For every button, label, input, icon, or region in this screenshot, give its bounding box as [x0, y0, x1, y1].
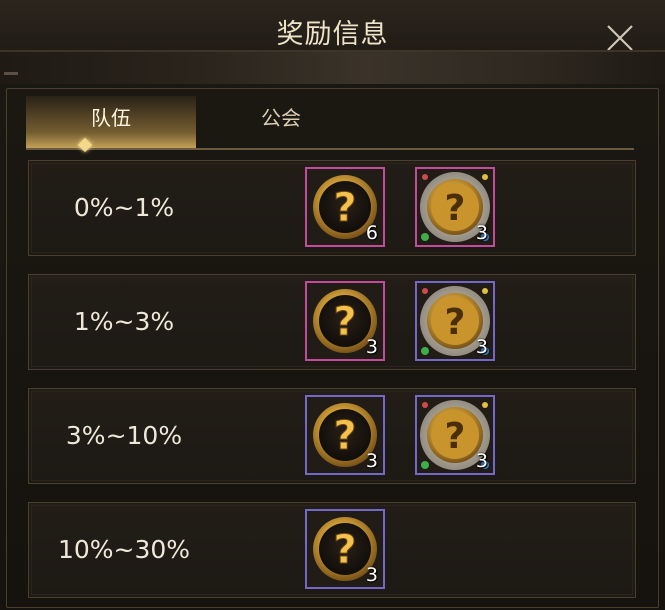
tab-team-label: 队伍: [91, 106, 131, 130]
reward-item[interactable]: ? 3: [415, 395, 495, 475]
dialog-title: 奖励信息: [276, 19, 389, 50]
item-count: 6: [365, 222, 378, 244]
item-count: 3: [365, 564, 378, 586]
reward-info-dialog: 奖励信息 队伍 公会 0%~1% ? 6 ? 3 1%~3% ? 3 ? 3 3…: [0, 0, 665, 610]
reward-item[interactable]: ? 3: [305, 509, 385, 589]
rank-range-label: 0%~1%: [73, 193, 175, 222]
reward-row: 0%~1% ? 6 ? 3: [28, 160, 636, 256]
svg-text:?: ?: [333, 413, 356, 459]
tab-guild[interactable]: 公会: [196, 96, 366, 148]
item-count: 3: [365, 450, 378, 472]
svg-text:?: ?: [333, 185, 356, 231]
svg-text:?: ?: [333, 527, 356, 573]
item-count: 3: [475, 222, 488, 244]
tab-team[interactable]: 队伍: [26, 96, 196, 148]
reward-item[interactable]: ? 3: [305, 281, 385, 361]
reward-item[interactable]: ? 6: [305, 167, 385, 247]
reward-row: 1%~3% ? 3 ? 3: [28, 274, 636, 370]
rank-range-label: 10%~30%: [57, 535, 191, 564]
reward-item[interactable]: ? 3: [415, 281, 495, 361]
reward-item[interactable]: ? 3: [305, 395, 385, 475]
svg-text:?: ?: [445, 188, 466, 229]
reward-row: 3%~10% ? 3 ? 3: [28, 388, 636, 484]
svg-text:?: ?: [333, 299, 356, 345]
item-count: 3: [475, 450, 488, 472]
title-divider: [0, 50, 665, 84]
item-count: 3: [365, 336, 378, 358]
reward-item[interactable]: ? 3: [415, 167, 495, 247]
tab-bar: 队伍 公会: [26, 96, 634, 148]
rank-range-label: 1%~3%: [73, 307, 175, 336]
svg-text:?: ?: [445, 302, 466, 343]
rank-range-label: 3%~10%: [65, 421, 183, 450]
divider-mark: [4, 72, 18, 75]
tab-underline: [26, 148, 634, 150]
reward-row: 10%~30% ? 3: [28, 502, 636, 598]
svg-text:?: ?: [445, 416, 466, 457]
item-count: 3: [475, 336, 488, 358]
tab-guild-label: 公会: [261, 106, 301, 130]
title-bar: 奖励信息: [0, 0, 665, 51]
